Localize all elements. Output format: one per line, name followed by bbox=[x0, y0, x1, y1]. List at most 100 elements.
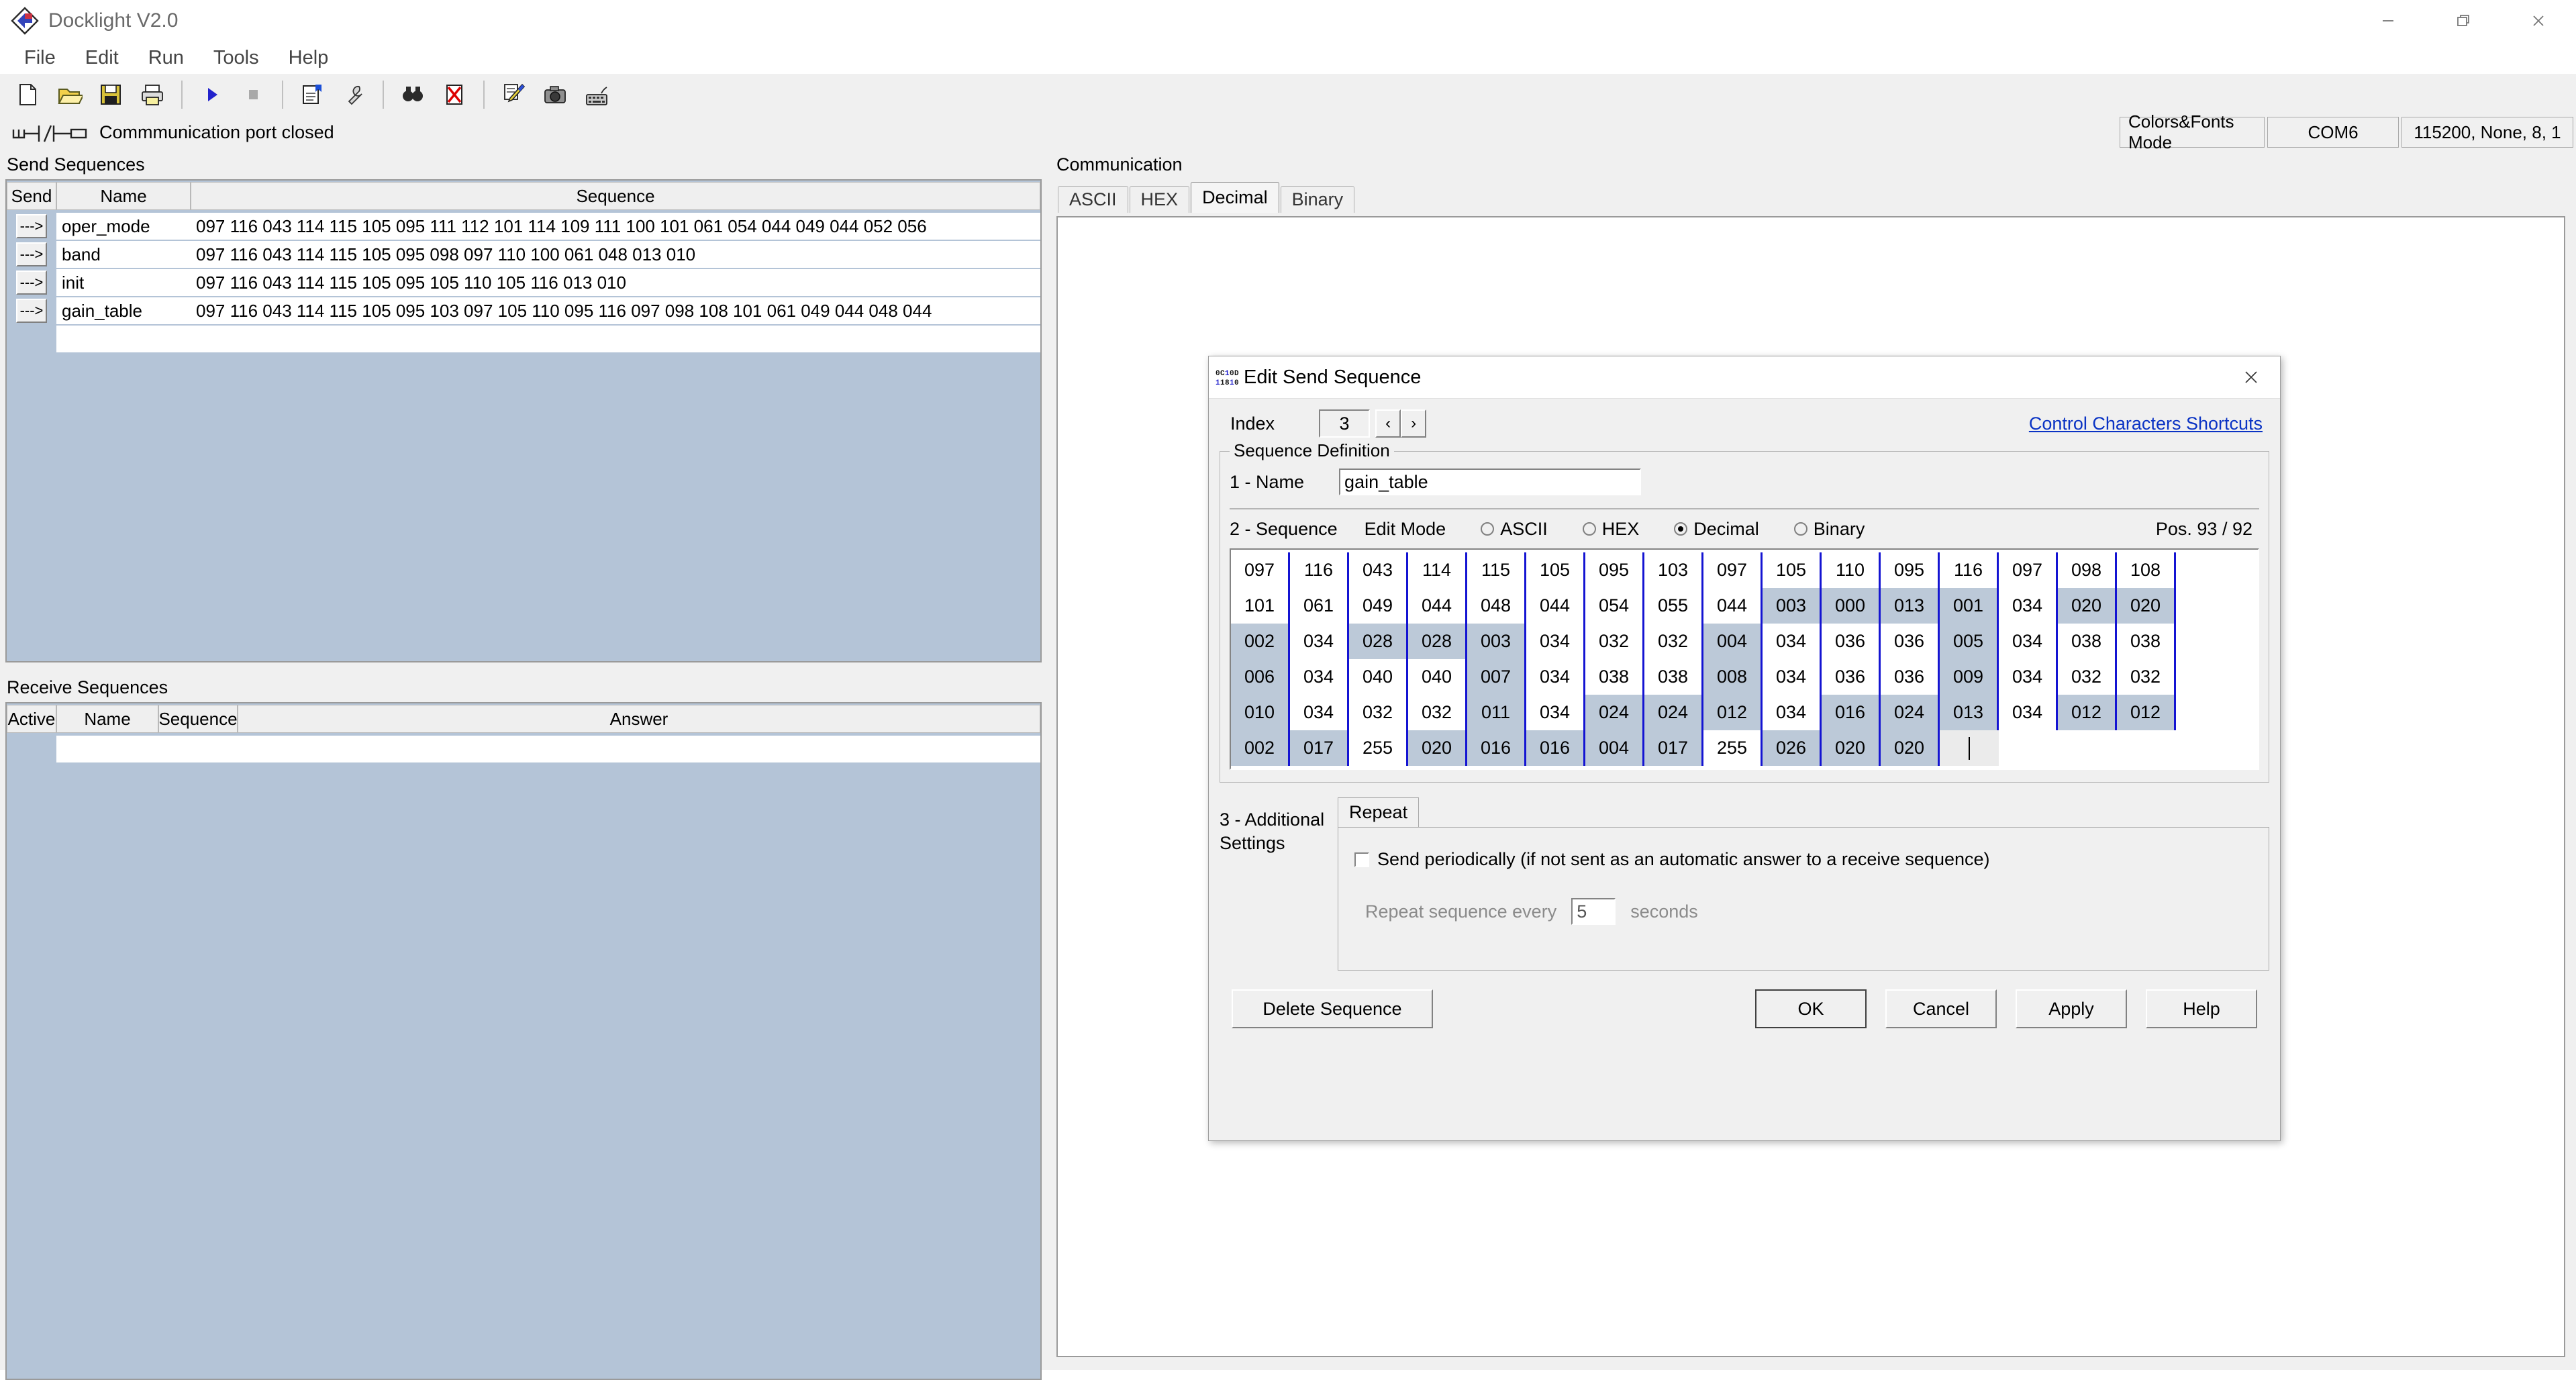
byte-cell[interactable]: 012 bbox=[1703, 695, 1763, 730]
byte-cell[interactable]: 007 bbox=[1467, 659, 1526, 695]
byte-cell[interactable]: 000 bbox=[1822, 588, 1881, 624]
byte-cell[interactable]: 016 bbox=[1467, 730, 1526, 766]
byte-cell[interactable]: 116 bbox=[1290, 552, 1349, 588]
byte-cell[interactable]: 034 bbox=[1999, 695, 2058, 730]
byte-cell[interactable]: 048 bbox=[1467, 588, 1526, 624]
byte-cell[interactable]: 101 bbox=[1231, 588, 1290, 624]
tab-binary[interactable]: Binary bbox=[1281, 186, 1355, 213]
byte-cell[interactable]: 024 bbox=[1881, 695, 1940, 730]
clear-communication-icon[interactable] bbox=[434, 76, 475, 113]
byte-cell[interactable]: 034 bbox=[1999, 659, 2058, 695]
edit-sequence-icon[interactable] bbox=[493, 76, 534, 113]
byte-cell[interactable]: 011 bbox=[1467, 695, 1526, 730]
byte-cell[interactable]: 036 bbox=[1881, 659, 1940, 695]
byte-cell[interactable]: 001 bbox=[1940, 588, 1999, 624]
byte-cell[interactable]: 097 bbox=[1231, 552, 1290, 588]
byte-cell[interactable]: 009 bbox=[1940, 659, 1999, 695]
byte-cell[interactable]: 013 bbox=[1940, 695, 1999, 730]
new-file-icon[interactable] bbox=[7, 76, 48, 113]
sequence-name[interactable]: oper_mode bbox=[56, 213, 191, 240]
byte-cell-caret[interactable] bbox=[1940, 730, 1999, 766]
sequence-data[interactable]: 097 116 043 114 115 105 095 105 110 105 … bbox=[191, 269, 1040, 296]
byte-cell[interactable]: 020 bbox=[1408, 730, 1467, 766]
byte-cell[interactable]: 038 bbox=[1585, 659, 1644, 695]
repeat-seconds-input[interactable]: 5 bbox=[1571, 898, 1616, 925]
table-row[interactable]: ---> oper_mode 097 116 043 114 115 105 0… bbox=[7, 211, 1040, 240]
maximize-icon[interactable] bbox=[2426, 0, 2501, 42]
tab-ascii[interactable]: ASCII bbox=[1058, 186, 1128, 213]
tab-hex[interactable]: HEX bbox=[1130, 186, 1190, 213]
byte-cell[interactable]: 034 bbox=[1763, 624, 1822, 659]
receive-sequence-empty[interactable] bbox=[158, 736, 238, 762]
byte-cell[interactable]: 034 bbox=[1763, 695, 1822, 730]
name-input[interactable]: gain_table bbox=[1339, 469, 1641, 495]
sequence-name[interactable]: gain_table bbox=[56, 297, 191, 324]
byte-cell[interactable]: 032 bbox=[2117, 659, 2176, 695]
send-button[interactable]: ---> bbox=[16, 242, 47, 266]
byte-cell[interactable]: 034 bbox=[1290, 659, 1349, 695]
find-icon[interactable] bbox=[392, 76, 434, 113]
byte-cell[interactable]: 040 bbox=[1408, 659, 1467, 695]
byte-cell[interactable]: 097 bbox=[1999, 552, 2058, 588]
colors-fonts-mode-field[interactable]: Colors&Fonts Mode bbox=[2120, 117, 2265, 148]
control-characters-shortcuts-link[interactable]: Control Characters Shortcuts bbox=[2029, 413, 2263, 434]
byte-cell[interactable]: 115 bbox=[1467, 552, 1526, 588]
index-input[interactable]: 3 bbox=[1319, 409, 1370, 438]
byte-cell[interactable]: 116 bbox=[1940, 552, 1999, 588]
byte-cell[interactable]: 255 bbox=[1703, 730, 1763, 766]
byte-cell[interactable]: 095 bbox=[1585, 552, 1644, 588]
byte-cell[interactable]: 034 bbox=[1290, 624, 1349, 659]
receive-name-empty[interactable] bbox=[56, 736, 158, 762]
sequence-data[interactable]: 097 116 043 114 115 105 095 111 112 101 … bbox=[191, 213, 1040, 240]
sequence-byte-grid[interactable]: 0971160431141151050951030971051100951160… bbox=[1230, 548, 2259, 770]
byte-cell[interactable]: 002 bbox=[1231, 730, 1290, 766]
byte-cell[interactable]: 020 bbox=[2058, 588, 2117, 624]
byte-cell[interactable]: 036 bbox=[1881, 624, 1940, 659]
stop-communication-icon[interactable] bbox=[232, 76, 274, 113]
byte-cell[interactable]: 103 bbox=[1644, 552, 1703, 588]
sequence-data[interactable]: 097 116 043 114 115 105 095 098 097 110 … bbox=[191, 241, 1040, 268]
menu-item-run[interactable]: Run bbox=[134, 44, 199, 72]
table-row-empty[interactable] bbox=[7, 734, 1040, 762]
print-icon[interactable] bbox=[132, 76, 173, 113]
send-periodically-row[interactable]: Send periodically (if not sent as an aut… bbox=[1354, 849, 2269, 870]
byte-cell[interactable]: 044 bbox=[1526, 588, 1585, 624]
communication-settings-icon[interactable] bbox=[333, 76, 375, 113]
byte-cell[interactable]: 105 bbox=[1763, 552, 1822, 588]
active-checkbox-cell[interactable] bbox=[7, 734, 56, 762]
table-row[interactable]: ---> gain_table 097 116 043 114 115 105 … bbox=[7, 296, 1040, 324]
byte-cell[interactable]: 032 bbox=[1585, 624, 1644, 659]
table-row[interactable]: ---> band 097 116 043 114 115 105 095 09… bbox=[7, 240, 1040, 268]
cancel-button[interactable]: Cancel bbox=[1885, 989, 1997, 1028]
byte-cell[interactable]: 055 bbox=[1644, 588, 1703, 624]
byte-cell[interactable]: 024 bbox=[1585, 695, 1644, 730]
byte-cell[interactable]: 108 bbox=[2117, 552, 2176, 588]
radio-binary[interactable]: Binary bbox=[1794, 519, 1865, 540]
byte-cell[interactable]: 028 bbox=[1349, 624, 1408, 659]
byte-cell[interactable]: 002 bbox=[1231, 624, 1290, 659]
tab-decimal[interactable]: Decimal bbox=[1191, 182, 1279, 213]
sequence-data[interactable]: 097 116 043 114 115 105 095 103 097 105 … bbox=[191, 297, 1040, 324]
byte-cell[interactable]: 012 bbox=[2058, 695, 2117, 730]
send-button[interactable]: ---> bbox=[16, 299, 47, 323]
byte-cell[interactable]: 003 bbox=[1467, 624, 1526, 659]
byte-cell[interactable]: 026 bbox=[1763, 730, 1822, 766]
send-periodically-checkbox[interactable] bbox=[1354, 852, 1369, 867]
radio-hex[interactable]: HEX bbox=[1583, 519, 1640, 540]
byte-cell[interactable]: 114 bbox=[1408, 552, 1467, 588]
byte-cell[interactable]: 095 bbox=[1881, 552, 1940, 588]
close-icon[interactable] bbox=[2501, 0, 2576, 42]
send-button[interactable]: ---> bbox=[16, 214, 47, 238]
sequence-name[interactable]: band bbox=[56, 241, 191, 268]
byte-cell[interactable]: 105 bbox=[1526, 552, 1585, 588]
byte-cell[interactable]: 006 bbox=[1231, 659, 1290, 695]
byte-cell[interactable]: 038 bbox=[1644, 659, 1703, 695]
byte-cell[interactable]: 020 bbox=[2117, 588, 2176, 624]
byte-cell[interactable]: 013 bbox=[1881, 588, 1940, 624]
byte-cell[interactable]: 032 bbox=[1349, 695, 1408, 730]
menu-item-tools[interactable]: Tools bbox=[199, 44, 274, 72]
table-row-empty[interactable] bbox=[7, 324, 1040, 352]
byte-cell[interactable]: 040 bbox=[1349, 659, 1408, 695]
com-port-field[interactable]: COM6 bbox=[2267, 117, 2399, 148]
screenshot-icon[interactable] bbox=[534, 76, 576, 113]
